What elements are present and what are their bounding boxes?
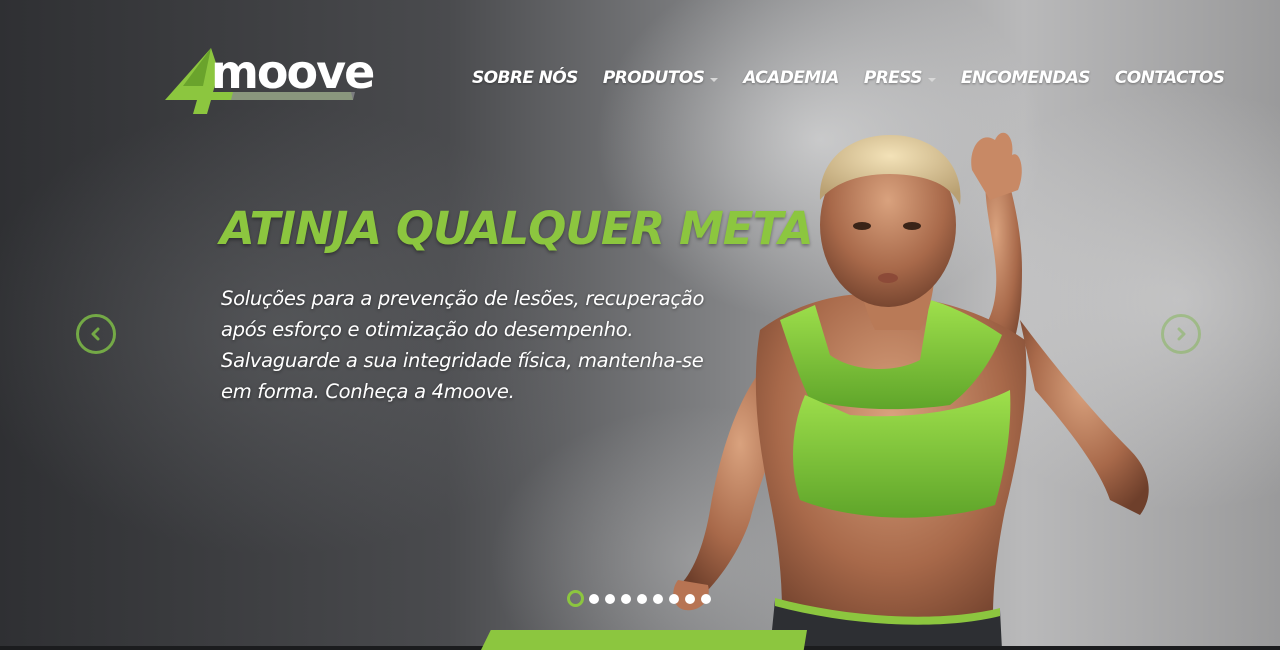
carousel-indicator[interactable] [621,593,631,604]
nav-item-label: PRODUTOS [602,68,705,88]
4moove-logo[interactable]: moove [163,46,408,118]
nav-item-label: CONTACTOS [1114,68,1225,88]
nav-item-contactos[interactable]: CONTACTOS [1114,68,1225,88]
carousel-indicator[interactable] [589,593,599,604]
nav-item-label: ENCOMENDAS [960,68,1091,88]
carousel-indicator[interactable] [637,593,647,604]
nav-item-label: PRESS [863,68,923,88]
carousel-indicator[interactable] [701,593,711,604]
svg-text:moove: moove [211,46,373,99]
nav-item-label: SOBRE NÓS [472,68,578,88]
caret-down-icon [710,78,719,82]
chevron-left-icon [91,327,100,341]
main-nav: SOBRE NÓS PRODUTOS ACADEMIA PRESS ENCOME… [472,68,1225,88]
chevron-right-icon [1177,327,1186,341]
nav-item-sobre-nos[interactable]: SOBRE NÓS [472,68,578,88]
carousel-next-button[interactable] [1161,314,1201,354]
carousel-indicator[interactable] [685,593,695,604]
slide-title: ATINJA QUALQUER META [220,202,814,255]
nav-item-produtos[interactable]: PRODUTOS [602,68,719,88]
slide-description: Soluções para a prevenção de lesões, rec… [221,287,705,403]
carousel-indicator[interactable] [567,590,584,607]
nav-item-label: ACADEMIA [743,68,839,88]
nav-item-academia[interactable]: ACADEMIA [743,68,839,88]
nav-item-press[interactable]: PRESS [864,68,936,88]
carousel-indicator[interactable] [653,593,663,604]
nav-item-encomendas[interactable]: ENCOMENDAS [960,68,1091,88]
carousel-indicator[interactable] [605,593,615,604]
hero-carousel: moove SOBRE NÓS PRODUTOS ACADEMIA PRESS … [0,0,1280,650]
carousel-prev-button[interactable] [76,314,116,354]
carousel-indicator[interactable] [669,593,679,604]
caret-down-icon [927,78,936,82]
carousel-indicators [567,590,717,607]
bottom-accent-tab [481,630,807,650]
